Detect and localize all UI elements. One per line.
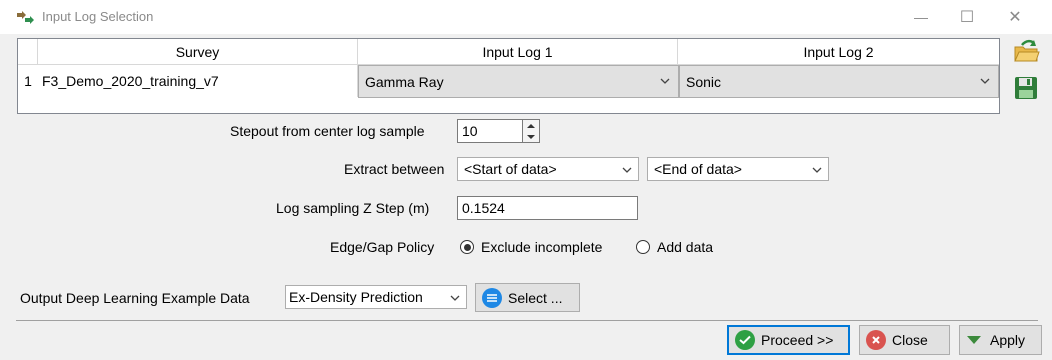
extract-end-value: <End of data> xyxy=(654,161,742,177)
row-number-header xyxy=(18,39,38,65)
select-button[interactable]: Select ... xyxy=(475,283,580,312)
input-log-1-value: Gamma Ray xyxy=(365,73,444,90)
window-title: Input Log Selection xyxy=(42,9,154,24)
output-value: Ex-Density Prediction xyxy=(289,289,423,305)
extract-start-value: <Start of data> xyxy=(464,161,557,177)
header-survey[interactable]: Survey xyxy=(38,39,358,65)
row-number: 1 xyxy=(24,73,32,89)
close-x-icon xyxy=(866,330,886,350)
close-window-button[interactable]: ✕ xyxy=(992,0,1038,34)
exclude-incomplete-label[interactable]: Exclude incomplete xyxy=(481,239,602,255)
close-button-label: Close xyxy=(892,332,928,348)
open-folder-icon[interactable] xyxy=(1012,38,1040,66)
log-table: Survey Input Log 1 Input Log 2 1 F3_Demo… xyxy=(17,38,1000,114)
radio-exclude-incomplete[interactable] xyxy=(460,240,474,254)
chevron-down-icon xyxy=(622,167,632,173)
output-label: Output Deep Learning Example Data xyxy=(20,290,250,306)
header-input-log-1[interactable]: Input Log 1 xyxy=(358,39,678,65)
zstep-label: Log sampling Z Step (m) xyxy=(276,200,430,216)
chevron-down-icon xyxy=(450,295,460,301)
checkmark-icon xyxy=(735,330,755,350)
save-icon[interactable] xyxy=(1012,74,1040,102)
edge-policy-label: Edge/Gap Policy xyxy=(330,239,435,255)
title-bar xyxy=(0,0,1052,34)
radio-selected-dot xyxy=(463,243,471,251)
select-button-label: Select ... xyxy=(508,289,563,306)
stepout-spinner[interactable] xyxy=(522,119,540,143)
chevron-down-icon xyxy=(980,78,990,84)
stepout-input[interactable]: 10 xyxy=(457,119,523,143)
proceed-button[interactable]: Proceed >> xyxy=(727,325,850,355)
close-button[interactable]: Close xyxy=(859,325,950,355)
proceed-button-label: Proceed >> xyxy=(761,332,834,348)
extract-start-select[interactable]: <Start of data> xyxy=(457,157,639,181)
chevron-down-icon xyxy=(660,78,670,84)
close-icon: ✕ xyxy=(1008,9,1022,26)
apply-button-label: Apply xyxy=(990,332,1026,348)
triangle-down-icon xyxy=(967,336,981,344)
zstep-input[interactable]: 0.1524 xyxy=(457,196,638,220)
spin-down-icon[interactable] xyxy=(523,131,539,142)
add-data-label[interactable]: Add data xyxy=(657,239,713,255)
extract-label: Extract between xyxy=(344,161,445,177)
header-input-log-2[interactable]: Input Log 2 xyxy=(678,39,999,65)
survey-cell[interactable]: F3_Demo_2020_training_v7 xyxy=(38,65,358,97)
extract-end-select[interactable]: <End of data> xyxy=(647,157,829,181)
minimize-button[interactable]: — xyxy=(898,0,944,34)
apply-button[interactable]: Apply xyxy=(959,325,1042,355)
separator xyxy=(16,320,1038,321)
input-log-2-value: Sonic xyxy=(686,73,722,90)
maximize-icon: ☐ xyxy=(959,9,975,26)
input-log-2-select[interactable]: Sonic xyxy=(679,65,999,98)
spin-up-icon[interactable] xyxy=(523,120,539,131)
maximize-button[interactable]: ☐ xyxy=(944,0,990,34)
output-select[interactable]: Ex-Density Prediction xyxy=(285,285,467,309)
chevron-down-icon xyxy=(812,167,822,173)
input-log-1-select[interactable]: Gamma Ray xyxy=(358,65,679,98)
radio-add-data[interactable] xyxy=(636,240,650,254)
minimize-icon: — xyxy=(914,9,928,25)
select-list-icon xyxy=(482,287,502,308)
app-icon xyxy=(17,11,34,24)
stepout-label: Stepout from center log sample xyxy=(230,123,425,139)
